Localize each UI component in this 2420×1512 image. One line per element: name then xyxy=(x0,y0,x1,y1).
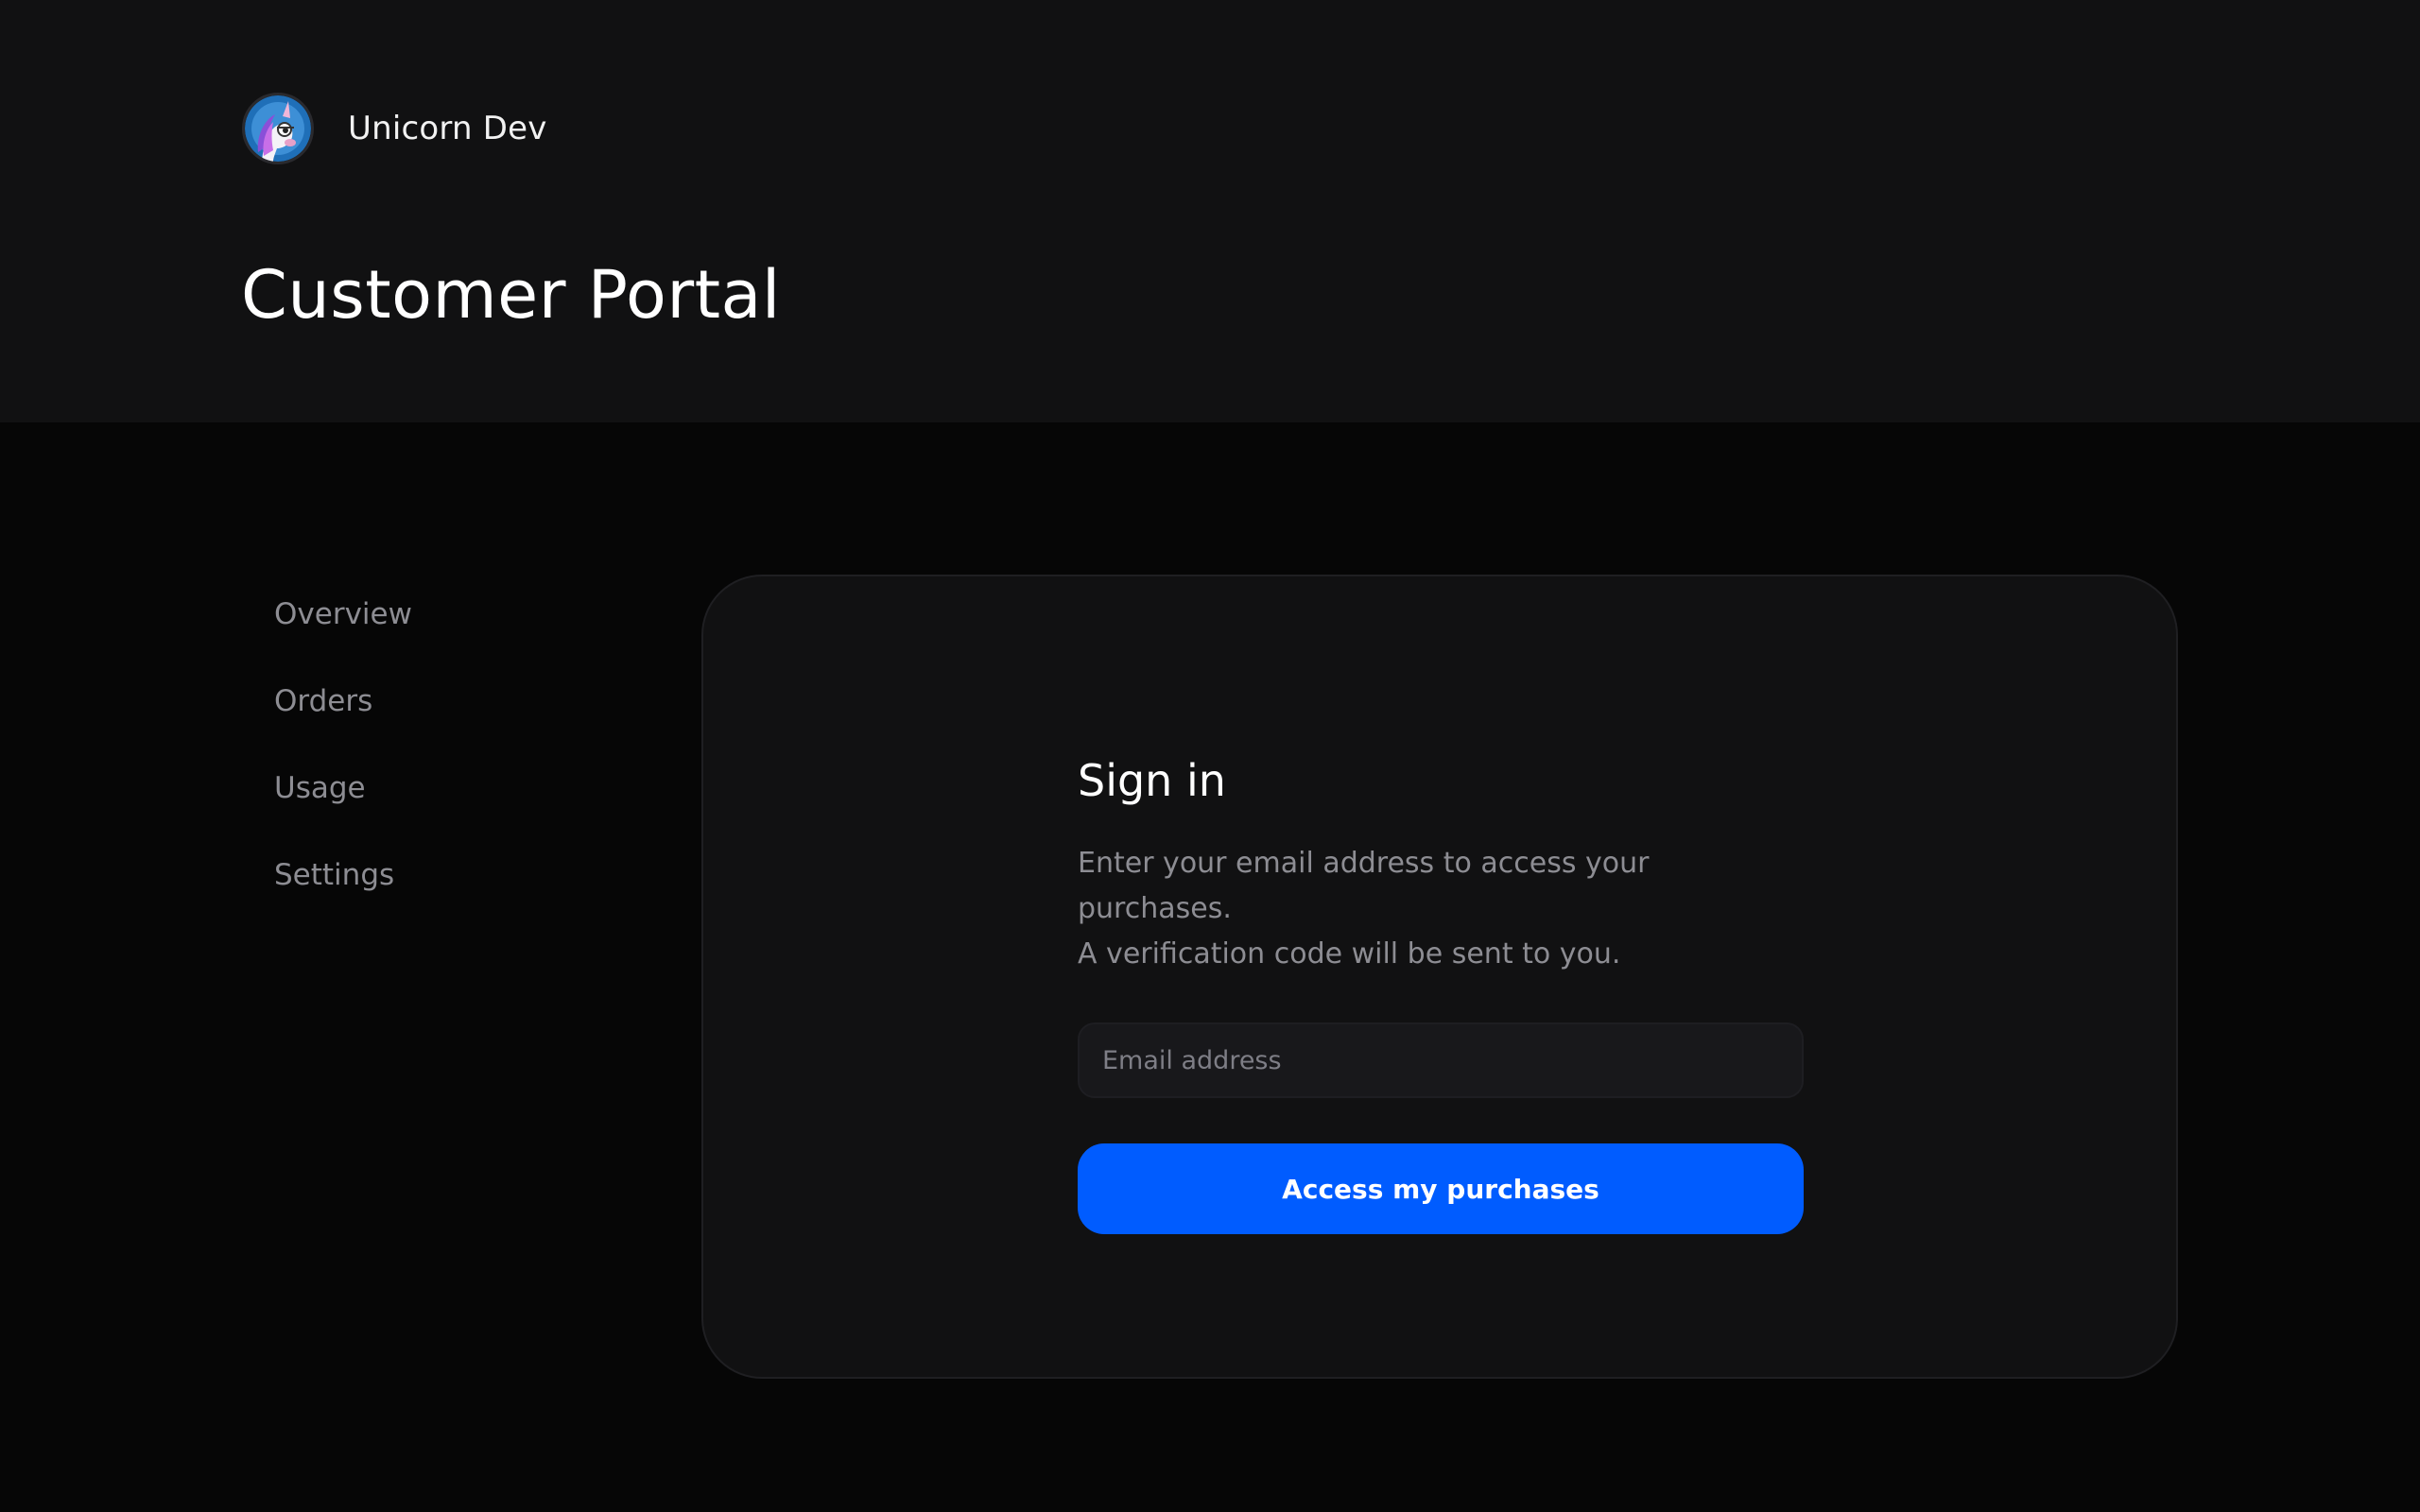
signin-title: Sign in xyxy=(1078,755,1226,806)
signin-form: Sign in Enter your email address to acce… xyxy=(1078,747,1804,1234)
sidebar-nav: Overview Orders Usage Settings xyxy=(274,588,652,936)
brand[interactable]: Unicorn Dev xyxy=(242,93,547,164)
portal-header: Unicorn Dev Customer Portal xyxy=(0,0,2420,422)
signin-description: Enter your email address to access your … xyxy=(1078,841,1804,977)
signin-card: Sign in Enter your email address to acce… xyxy=(701,575,2178,1379)
email-input[interactable] xyxy=(1078,1022,1804,1098)
access-purchases-button[interactable]: Access my purchases xyxy=(1078,1143,1804,1234)
unicorn-logo-icon[interactable] xyxy=(242,93,314,164)
brand-name: Unicorn Dev xyxy=(348,110,547,147)
sidebar-item-overview[interactable]: Overview xyxy=(274,588,652,675)
signin-description-line-2: A verification code will be sent to you. xyxy=(1078,937,1621,971)
page-title: Customer Portal xyxy=(241,256,781,334)
sidebar-item-settings[interactable]: Settings xyxy=(274,849,652,936)
signin-description-line-1: Enter your email address to access your … xyxy=(1078,847,1650,925)
sidebar-item-usage[interactable]: Usage xyxy=(274,762,652,849)
sidebar-item-orders[interactable]: Orders xyxy=(274,675,652,762)
